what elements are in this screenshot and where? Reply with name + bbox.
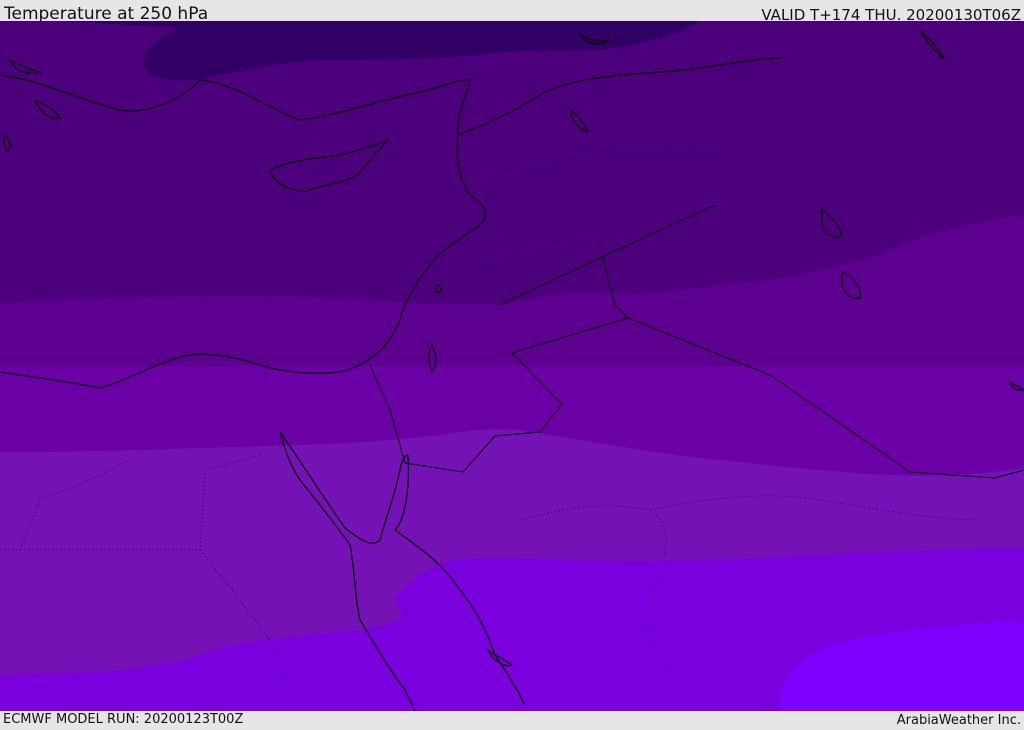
header-bar: Temperature at 250 hPa VALID T+174 THU. … <box>0 0 1024 24</box>
model-run-label: ECMWF MODEL RUN: 20200123T00Z <box>3 712 244 727</box>
temperature-map <box>0 21 1024 711</box>
footer-bar: ECMWF MODEL RUN: 20200123T00Z ArabiaWeat… <box>0 711 1024 729</box>
credit-label: ArabiaWeather Inc. <box>896 713 1021 728</box>
